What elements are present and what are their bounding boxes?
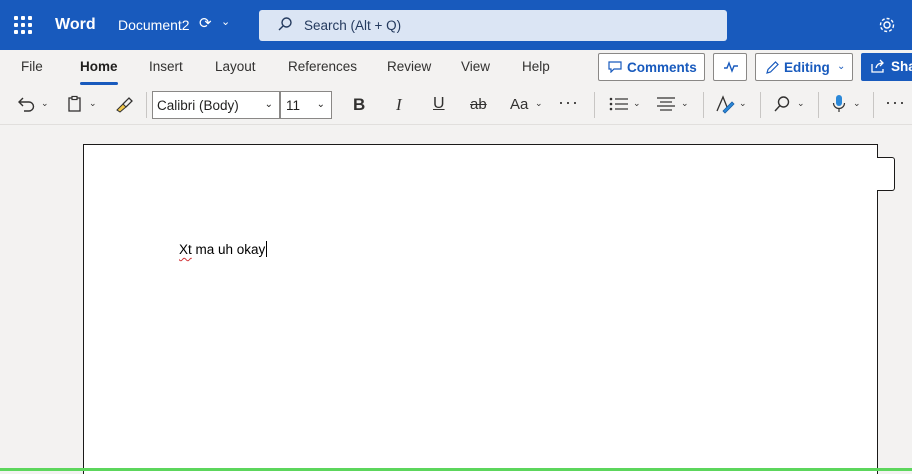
toolbar-divider — [818, 92, 819, 118]
format-painter-button[interactable] — [114, 95, 134, 116]
font-size-dropdown[interactable]: 11 ⌄ — [280, 91, 332, 119]
toolbar-divider — [703, 92, 704, 118]
bold-button[interactable]: B — [353, 95, 365, 115]
align-button[interactable] — [656, 96, 676, 115]
share-icon — [871, 59, 884, 73]
align-center-icon — [657, 97, 675, 111]
find-button[interactable] — [773, 95, 791, 116]
bullet-list-icon — [609, 97, 628, 111]
underline-button[interactable]: U — [433, 95, 445, 113]
comment-icon — [608, 61, 622, 73]
chevron-down-icon: ⌄ — [837, 61, 846, 72]
chevron-down-icon[interactable]: ⌄ — [221, 15, 230, 28]
comments-button[interactable]: Comments — [598, 53, 705, 81]
tab-layout[interactable]: Layout — [215, 59, 256, 74]
styles-button[interactable] — [715, 94, 735, 117]
dictate-chevron-icon[interactable]: ⌄ — [853, 98, 861, 109]
tab-home[interactable]: Home — [80, 59, 118, 85]
activity-button[interactable] — [713, 53, 747, 81]
share-label: Sha — [891, 59, 912, 74]
editing-mode-button[interactable]: Editing ⌄ — [755, 53, 853, 81]
paste-button[interactable] — [66, 95, 84, 116]
home-toolbar: ⌄ ⌄ Calibri (Body) ⌄ 11 ⌄ B I U ab Aa ⌄ … — [0, 87, 912, 125]
text-cursor — [266, 241, 268, 257]
font-name-value: Calibri (Body) — [157, 98, 239, 113]
app-launcher-icon[interactable] — [14, 16, 32, 34]
paste-chevron-icon[interactable]: ⌄ — [89, 98, 97, 109]
page-side-tab[interactable] — [877, 157, 895, 191]
more-font-options-icon[interactable]: ··· — [558, 92, 579, 113]
comments-label: Comments — [627, 60, 697, 75]
undo-icon — [18, 97, 35, 112]
document-page[interactable] — [83, 144, 878, 474]
italic-button[interactable]: I — [396, 95, 402, 115]
chevron-down-icon: ⌄ — [264, 99, 273, 110]
search-input[interactable]: Search (Alt + Q) — [259, 10, 727, 41]
undo-button[interactable] — [17, 95, 37, 116]
toolbar-divider — [760, 92, 761, 118]
tab-insert[interactable]: Insert — [149, 59, 183, 74]
title-bar: Word Document2 ⟳ ⌄ Search (Alt + Q) — [0, 0, 912, 50]
document-text-run: ma uh okay — [191, 242, 266, 257]
editing-label: Editing — [784, 60, 830, 75]
toolbar-divider — [594, 92, 595, 118]
strikethrough-button[interactable]: ab — [470, 96, 487, 113]
search-placeholder: Search (Alt + Q) — [304, 18, 402, 33]
toolbar-divider — [873, 92, 874, 118]
pencil-icon — [766, 61, 779, 74]
format-painter-icon — [116, 97, 133, 113]
more-options-icon[interactable]: ··· — [885, 92, 906, 113]
gear-icon[interactable] — [878, 16, 896, 34]
search-icon — [278, 17, 292, 31]
tab-help[interactable]: Help — [522, 59, 550, 74]
bullets-chevron-icon[interactable]: ⌄ — [633, 98, 641, 109]
toolbar-divider — [146, 92, 147, 118]
styles-icon — [716, 95, 735, 114]
microphone-icon — [832, 95, 846, 112]
change-case-button[interactable]: Aa — [510, 96, 528, 113]
find-chevron-icon[interactable]: ⌄ — [797, 98, 805, 109]
chevron-down-icon: ⌄ — [316, 99, 325, 110]
clipboard-icon — [68, 95, 81, 112]
undo-chevron-icon[interactable]: ⌄ — [41, 98, 49, 109]
app-name[interactable]: Word — [55, 16, 96, 34]
sync-status-icon[interactable]: ⟳ — [199, 14, 212, 32]
dictate-button[interactable] — [832, 94, 846, 117]
change-case-chevron-icon[interactable]: ⌄ — [535, 98, 543, 109]
bullets-button[interactable] — [609, 96, 629, 115]
tab-file[interactable]: File — [21, 59, 43, 74]
font-name-dropdown[interactable]: Calibri (Body) ⌄ — [152, 91, 280, 119]
font-size-value: 11 — [286, 98, 301, 113]
tab-view[interactable]: View — [461, 59, 490, 74]
align-chevron-icon[interactable]: ⌄ — [681, 98, 689, 109]
document-body-text[interactable]: Xt ma uh okay — [179, 241, 268, 257]
misspelled-word[interactable]: Xt — [179, 242, 192, 257]
tab-review[interactable]: Review — [387, 59, 431, 74]
document-name[interactable]: Document2 — [118, 17, 190, 33]
tab-references[interactable]: References — [288, 59, 357, 74]
share-button[interactable]: Sha — [861, 53, 912, 81]
styles-chevron-icon[interactable]: ⌄ — [739, 98, 747, 109]
activity-icon — [724, 61, 738, 73]
search-icon — [774, 96, 790, 112]
